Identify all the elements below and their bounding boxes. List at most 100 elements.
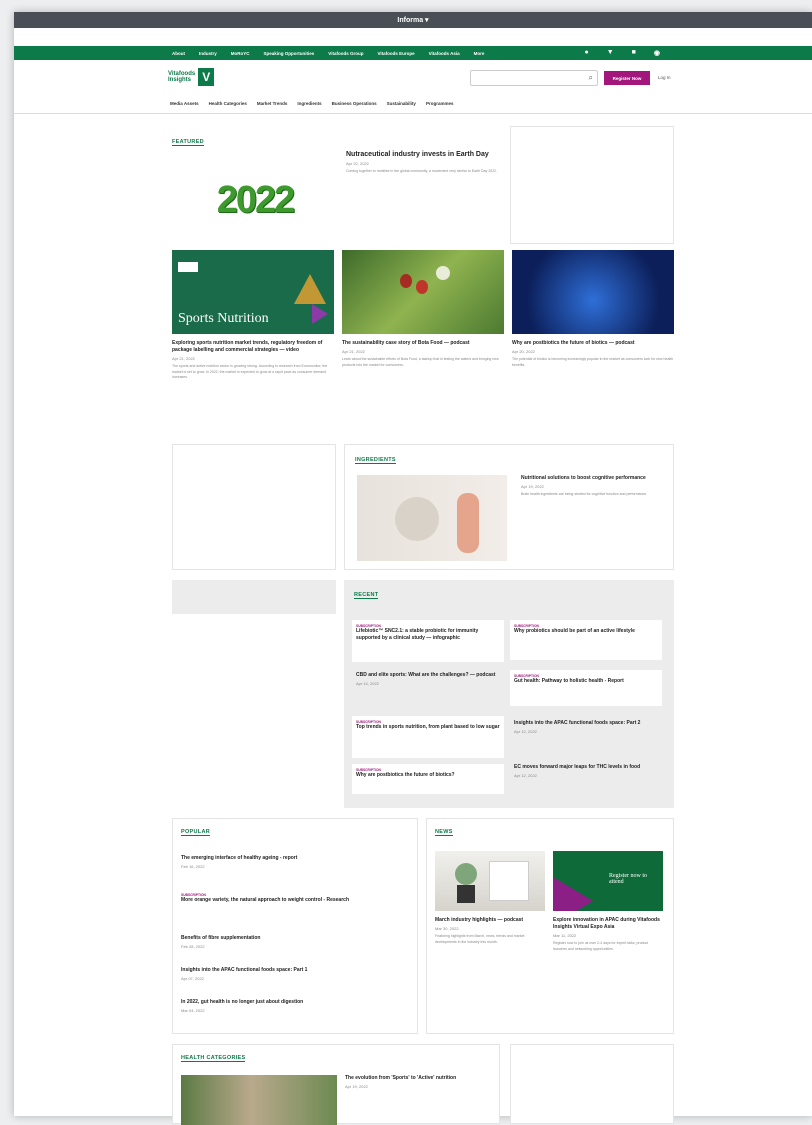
- card-excerpt: The sports and active nutrition sector i…: [172, 364, 328, 379]
- search-input[interactable]: ⌕: [470, 70, 598, 86]
- card-title[interactable]: Why are postbiotics the future of biotic…: [512, 340, 674, 347]
- logo-line2: Insights: [168, 77, 192, 83]
- subnav-item[interactable]: Programmes: [426, 101, 454, 106]
- subnav-item[interactable]: Market Trends: [257, 101, 288, 106]
- nav-item[interactable]: Vitafoods Group: [328, 51, 363, 56]
- list-item-title[interactable]: Gut health: Pathway to holistic health -…: [514, 678, 658, 685]
- nav-item[interactable]: Vitafoods Europe: [377, 51, 414, 56]
- card-title[interactable]: The sustainability case story of Bota Fo…: [342, 340, 504, 347]
- list-item[interactable]: SUBSCRIPTION Lifebiotic™ SNC2.1: a stabl…: [352, 620, 504, 662]
- subnav-item[interactable]: Ingredients: [297, 101, 321, 106]
- rss-icon[interactable]: ◉: [654, 49, 660, 57]
- card-date: Apr 21, 2022: [172, 356, 195, 361]
- list-item[interactable]: EC moves forward major leaps for THC lev…: [510, 760, 662, 800]
- subnav-item[interactable]: Media Assets: [170, 101, 199, 106]
- recent-section: RECENT SUBSCRIPTION Lifebiotic™ SNC2.1: …: [344, 580, 674, 808]
- recent-heading: RECENT: [354, 592, 379, 599]
- informa-bar[interactable]: Informa ▾: [14, 12, 812, 28]
- ingredients-image[interactable]: [357, 475, 507, 561]
- subnav-item[interactable]: Health Categories: [209, 101, 247, 106]
- featured-excerpt: Coming together to mobilise in the globa…: [346, 169, 498, 173]
- logo-mark: V: [198, 68, 215, 86]
- list-item[interactable]: In 2022, gut health is no longer just ab…: [181, 999, 401, 1013]
- list-item[interactable]: SUBSCRIPTION Top trends in sports nutrit…: [352, 716, 504, 758]
- health-heading: HEALTH CATEGORIES: [181, 1055, 246, 1062]
- card-title[interactable]: Exploring sports nutrition market trends…: [172, 340, 334, 354]
- list-item-title[interactable]: Why are postbiotics the future of biotic…: [356, 772, 500, 779]
- list-item[interactable]: SUBSCRIPTION Gut health: Pathway to holi…: [510, 670, 662, 706]
- site-logo[interactable]: Vitafoods Insights V: [168, 68, 215, 86]
- news-title[interactable]: Explore innovation in APAC during Vitafo…: [553, 917, 663, 931]
- featured-title[interactable]: Nutraceutical industry invests in Earth …: [346, 150, 506, 159]
- list-item-date: Mar 04, 2022: [181, 1008, 205, 1013]
- login-link[interactable]: Log In: [658, 75, 671, 80]
- nav-item[interactable]: Industry: [199, 51, 217, 56]
- list-item[interactable]: CBD and elite sports: What are the chall…: [352, 668, 504, 708]
- list-item-title[interactable]: The emerging interface of healthy ageing…: [181, 855, 401, 862]
- search-icon[interactable]: ⌕: [589, 73, 593, 83]
- list-item-title[interactable]: More orange variety, the natural approac…: [181, 897, 401, 904]
- health-date: Apr 19, 2022: [345, 1084, 368, 1089]
- card-excerpt: Learn about the sustainable efforts of B…: [342, 357, 499, 367]
- news-section: NEWS March industry highlights — podcast…: [426, 818, 674, 1034]
- linkedin-icon[interactable]: ■: [632, 49, 636, 57]
- subnav-item[interactable]: Business Operations: [332, 101, 377, 106]
- list-item[interactable]: Insights into the APAC functional foods …: [510, 716, 662, 756]
- list-item-title[interactable]: EC moves forward major leaps for THC lev…: [514, 764, 658, 771]
- card[interactable]: Why are postbiotics the future of biotic…: [512, 250, 674, 368]
- featured-image[interactable]: 2022: [180, 170, 330, 230]
- news-title[interactable]: March industry highlights — podcast: [435, 917, 545, 924]
- card-image[interactable]: Sports Nutrition: [172, 250, 334, 334]
- list-item-title[interactable]: Top trends in sports nutrition, from pla…: [356, 724, 500, 731]
- nav-item[interactable]: More: [474, 51, 485, 56]
- card-excerpt: The potential of biotics is becoming inc…: [512, 357, 674, 367]
- health-title[interactable]: The evolution from 'Sports' to 'Active' …: [345, 1075, 485, 1082]
- subnav-item[interactable]: Sustainability: [387, 101, 416, 106]
- news-excerpt: Featuring highlights from March, news, t…: [435, 934, 525, 944]
- list-item-title[interactable]: Benefits of fibre supplementation: [181, 935, 401, 942]
- featured-heading: FEATURED: [172, 139, 204, 146]
- list-item-title[interactable]: Why probiotics should be part of an acti…: [514, 628, 658, 635]
- ad-slot: [172, 580, 336, 614]
- list-item-date: Apr 12, 2022: [514, 729, 537, 734]
- list-item[interactable]: Benefits of fibre supplementation Feb 28…: [181, 935, 401, 949]
- news-card[interactable]: March industry highlights — podcast Mar …: [435, 851, 545, 945]
- nav-item[interactable]: About: [172, 51, 185, 56]
- ad-slot: [510, 126, 674, 244]
- ingredients-title[interactable]: Nutritional solutions to boost cognitive…: [521, 475, 661, 482]
- list-item-title[interactable]: Insights into the APAC functional foods …: [181, 967, 401, 974]
- news-image[interactable]: Register now to attend: [553, 851, 663, 911]
- top-nav: About Industry MoRoYC Speaking Opportuni…: [14, 46, 812, 60]
- social-icons: ● ▼ ■ ◉: [584, 49, 674, 57]
- list-item-title[interactable]: Lifebiotic™ SNC2.1: a stable probiotic f…: [356, 628, 500, 642]
- health-image[interactable]: [181, 1075, 337, 1125]
- ad-slot: [510, 1044, 674, 1124]
- news-image[interactable]: [435, 851, 545, 911]
- list-item[interactable]: SUBSCRIPTION Why are postbiotics the fut…: [352, 764, 504, 794]
- nav-item[interactable]: Vitafoods Asia: [429, 51, 460, 56]
- list-item-title[interactable]: In 2022, gut health is no longer just ab…: [181, 999, 401, 1006]
- facebook-icon[interactable]: ●: [584, 49, 588, 57]
- ingredients-article[interactable]: Nutritional solutions to boost cognitive…: [521, 475, 661, 498]
- list-item[interactable]: SUBSCRIPTION Why probiotics should be pa…: [510, 620, 662, 660]
- list-item-date: Apr 12, 2022: [514, 773, 537, 778]
- card[interactable]: The sustainability case story of Bota Fo…: [342, 250, 504, 368]
- news-date: Mar 30, 2022: [435, 926, 459, 931]
- nav-item[interactable]: Speaking Opportunities: [264, 51, 315, 56]
- card-image[interactable]: [342, 250, 504, 334]
- twitter-icon[interactable]: ▼: [607, 49, 614, 57]
- list-item-title[interactable]: CBD and elite sports: What are the chall…: [356, 672, 500, 679]
- list-item[interactable]: The emerging interface of healthy ageing…: [181, 855, 401, 869]
- card[interactable]: Sports Nutrition Exploring sports nutrit…: [172, 250, 334, 381]
- news-image-text: Register now to attend: [609, 873, 647, 885]
- nav-item[interactable]: MoRoYC: [231, 51, 250, 56]
- health-article[interactable]: The evolution from 'Sports' to 'Active' …: [345, 1075, 485, 1089]
- list-item[interactable]: SUBSCRIPTION More orange variety, the na…: [181, 893, 401, 904]
- news-card[interactable]: Register now to attend Explore innovatio…: [553, 851, 663, 952]
- register-button[interactable]: Register Now: [604, 71, 650, 85]
- featured-article[interactable]: Nutraceutical industry invests in Earth …: [346, 150, 506, 175]
- list-item-title[interactable]: Insights into the APAC functional foods …: [514, 720, 658, 727]
- card-date: Apr 21, 2022: [342, 349, 365, 354]
- card-image[interactable]: [512, 250, 674, 334]
- list-item[interactable]: Insights into the APAC functional foods …: [181, 967, 401, 981]
